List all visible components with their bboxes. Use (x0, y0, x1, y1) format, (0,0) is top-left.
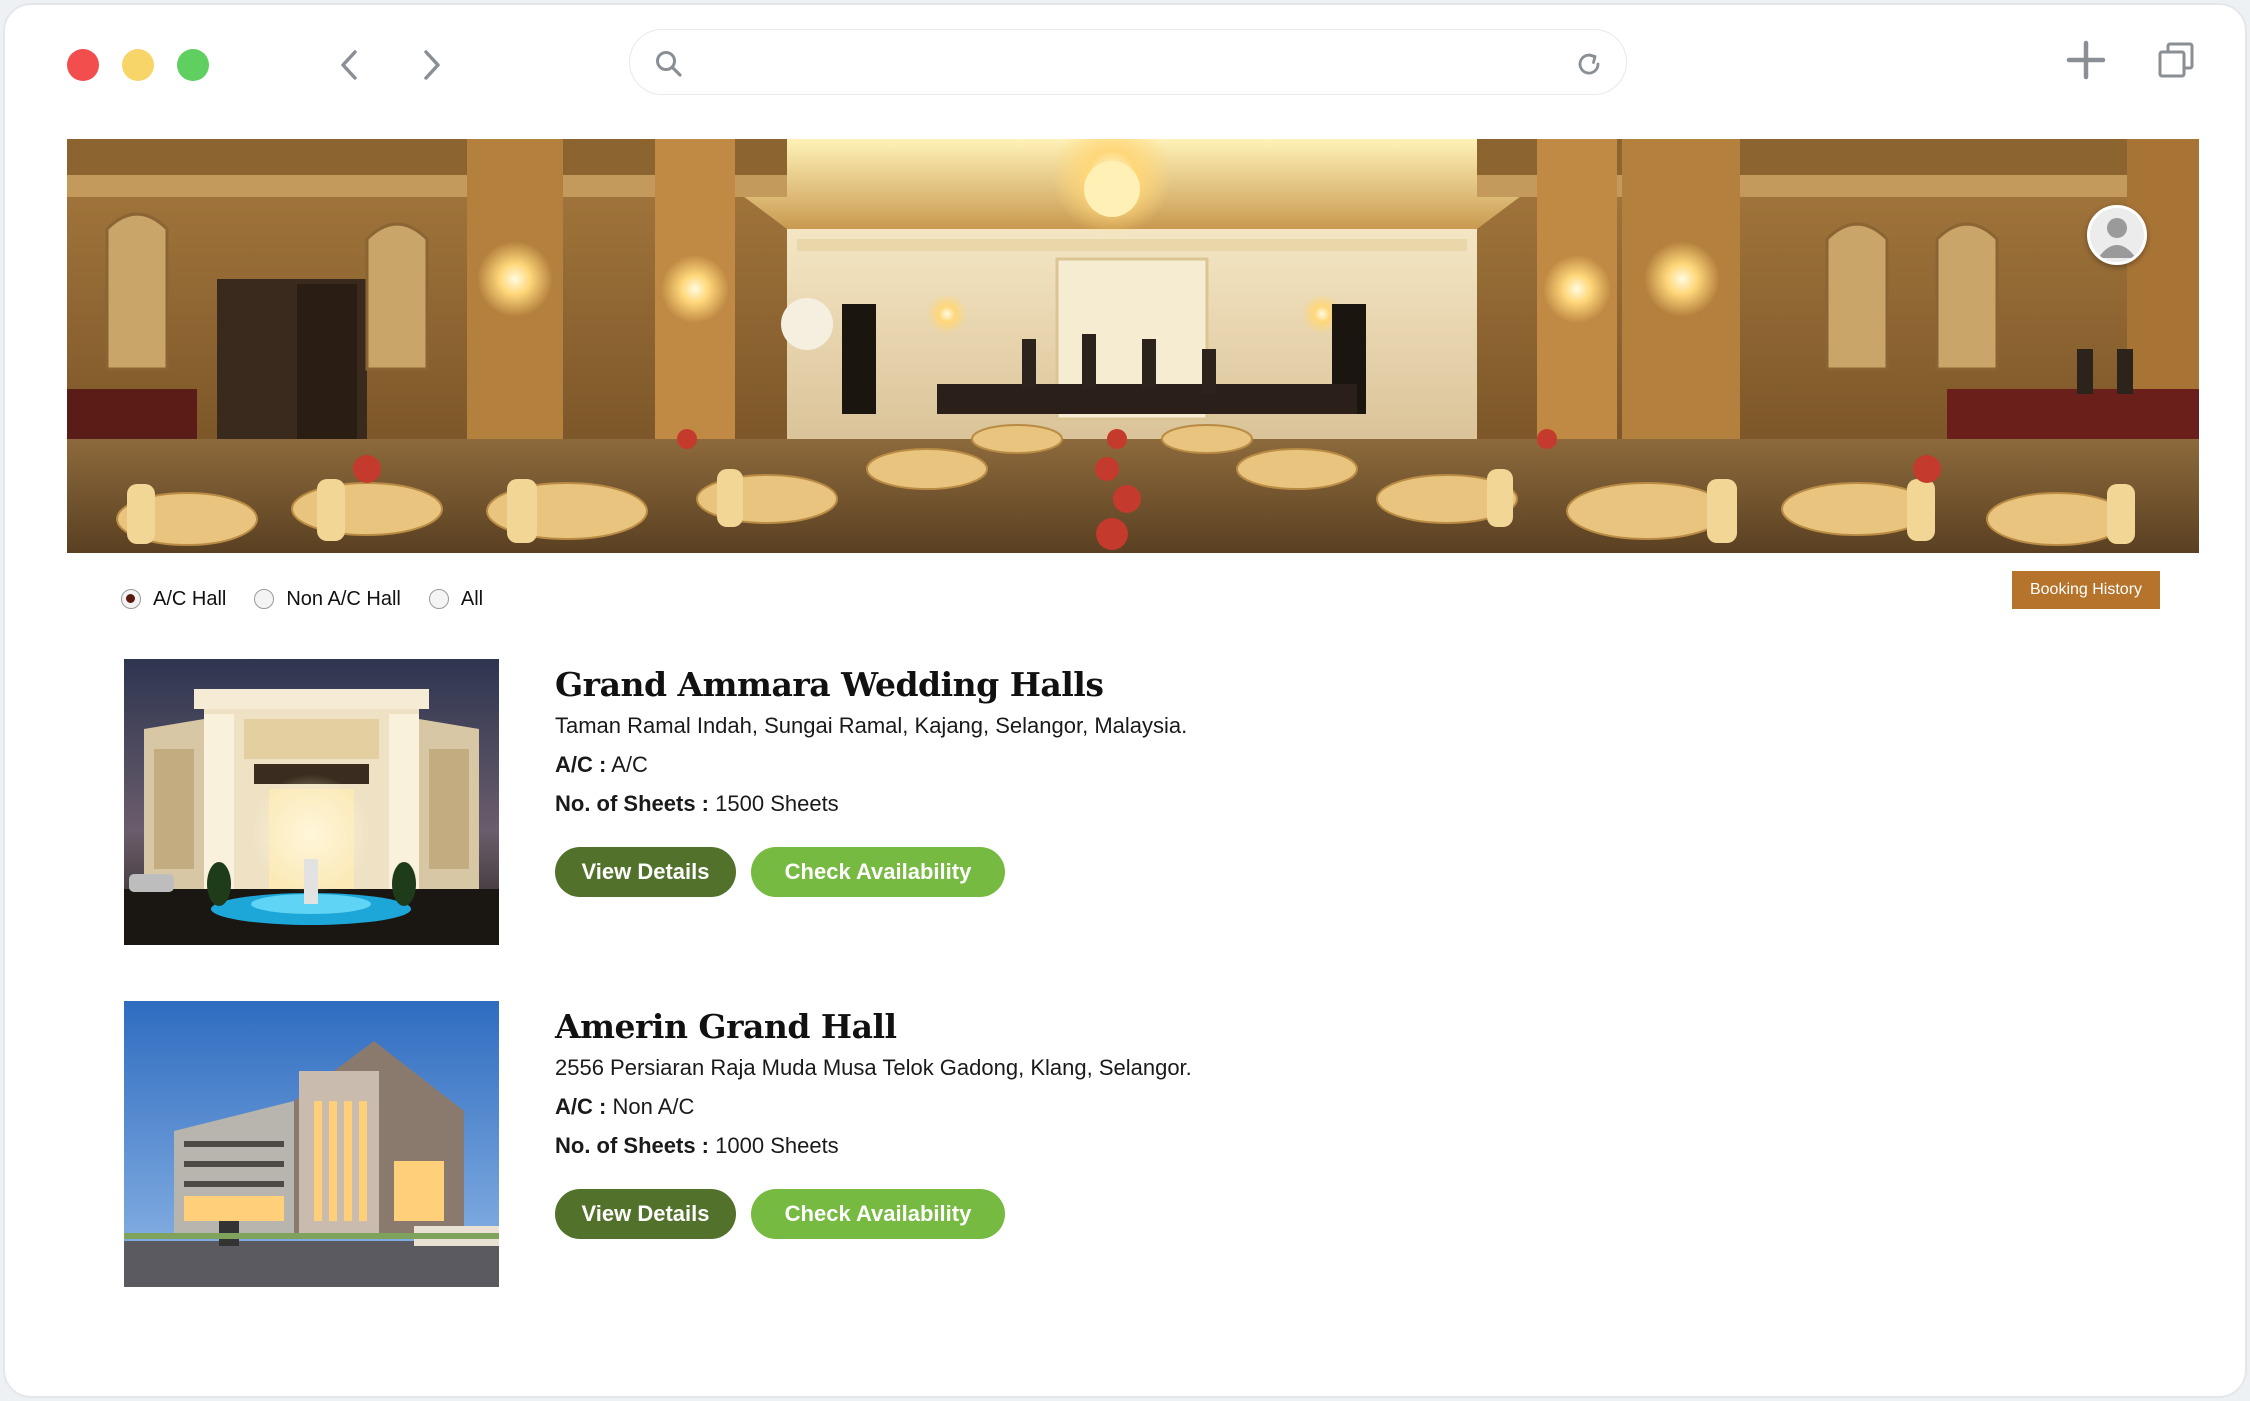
hall-sheets-row: No. of Sheets : 1500 Sheets (555, 791, 1555, 817)
hall-type-filter: A/C Hall Non A/C Hall All (121, 583, 511, 615)
browser-window: A/C Hall Non A/C Hall All Booking Histor… (3, 3, 2247, 1398)
hall-info: Amerin Grand Hall 2556 Persiaran Raja Mu… (555, 1001, 1555, 1239)
radio-ac-hall[interactable] (121, 589, 141, 609)
hall-thumbnail[interactable] (124, 659, 499, 945)
filter-ac-hall[interactable]: A/C Hall (121, 588, 226, 611)
hall-actions: View Details Check Availability (555, 847, 1555, 897)
hall-address: 2556 Persiaran Raja Muda Musa Telok Gado… (555, 1055, 1192, 1080)
hall-thumbnail[interactable] (124, 1001, 499, 1287)
sheets-value: 1000 Sheets (715, 1133, 839, 1158)
view-details-button[interactable]: View Details (555, 1189, 736, 1239)
check-availability-button[interactable]: Check Availability (751, 1189, 1005, 1239)
copy-icon[interactable] (2155, 39, 2197, 81)
hall-listing: Grand Ammara Wedding Halls Taman Ramal I… (124, 659, 1524, 945)
url-input[interactable] (710, 40, 1530, 84)
hall-name[interactable]: Amerin Grand Hall (555, 1007, 1555, 1046)
filter-all[interactable]: All (428, 587, 484, 611)
search-icon (656, 51, 682, 77)
check-availability-button[interactable]: Check Availability (751, 847, 1005, 897)
sheets-label: No. of Sheets : (555, 791, 710, 816)
hall-name[interactable]: Grand Ammara Wedding Halls (555, 665, 1555, 704)
hall-sheets-row: No. of Sheets : 1000 Sheets (555, 1133, 1555, 1159)
hall-info: Grand Ammara Wedding Halls Taman Ramal I… (555, 659, 1555, 897)
hall-listing: Amerin Grand Hall 2556 Persiaran Raja Mu… (124, 1001, 1524, 1287)
filter-all-label: All (460, 587, 484, 610)
reload-icon[interactable] (1574, 49, 1604, 79)
hall-address: Taman Ramal Indah, Sungai Ramal, Kajang,… (555, 713, 1188, 738)
chevron-right-icon (424, 50, 440, 80)
hall-ac-row: A/C : A/C (555, 752, 1555, 778)
filter-ac-hall-label: A/C Hall (153, 587, 227, 610)
forward-button[interactable] (410, 43, 454, 87)
chevron-left-icon (341, 50, 357, 80)
plus-icon[interactable] (2065, 39, 2107, 81)
address-bar[interactable] (629, 29, 1627, 95)
sheets-label: No. of Sheets : (555, 1133, 710, 1158)
radio-non-ac-hall[interactable] (254, 589, 275, 609)
hall-photo-amerin (124, 1001, 499, 1287)
close-window-button[interactable] (67, 49, 99, 81)
filter-non-ac-hall-label: Non A/C Hall (286, 587, 401, 610)
back-button[interactable] (327, 43, 371, 87)
ac-value: A/C (611, 752, 648, 777)
booking-history-button[interactable]: Booking History (2012, 571, 2160, 609)
hall-actions: View Details Check Availability (555, 1189, 1555, 1239)
ac-label: A/C : (555, 1094, 607, 1119)
user-avatar[interactable] (2087, 205, 2147, 265)
hall-photo-grand-ammara (124, 659, 499, 945)
view-details-button[interactable]: View Details (555, 847, 736, 897)
browser-toolbar (5, 5, 2245, 125)
ac-value: Non A/C (612, 1094, 695, 1119)
radio-all[interactable] (428, 589, 449, 609)
hero-banner-image (67, 139, 2199, 553)
filter-non-ac-hall[interactable]: Non A/C Hall (254, 588, 401, 611)
ac-label: A/C : (555, 752, 607, 777)
user-icon (2098, 218, 2136, 258)
minimize-window-button[interactable] (122, 49, 154, 81)
maximize-window-button[interactable] (177, 49, 209, 81)
sheets-value: 1500 Sheets (715, 791, 839, 816)
ballroom-illustration (67, 139, 2199, 553)
hall-ac-row: A/C : Non A/C (555, 1094, 1555, 1120)
